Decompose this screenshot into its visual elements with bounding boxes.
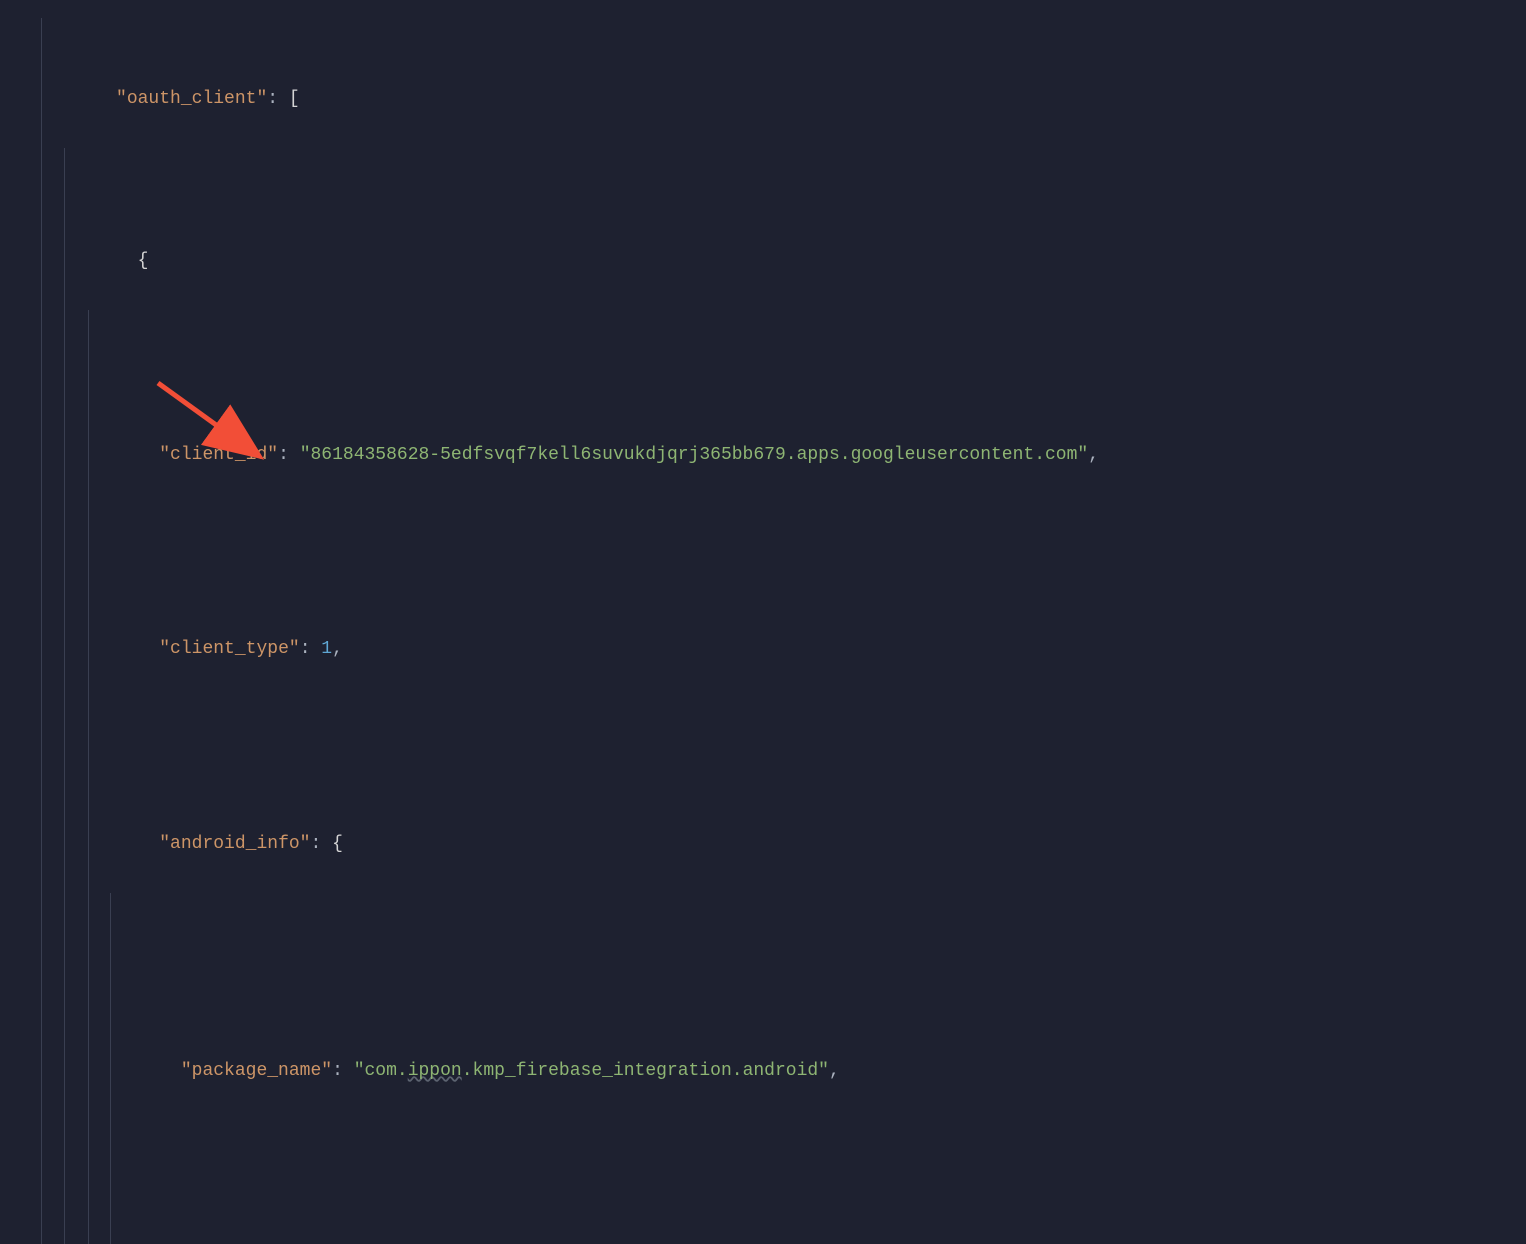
code-line: {	[8, 148, 1518, 310]
code-line: "client_id": "86184358628-5edfsvqf7kell6…	[8, 310, 1518, 504]
json-key: "oauth_client"	[116, 89, 267, 109]
code-line: "client_type": 1,	[8, 504, 1518, 698]
code-line: "certificate_hash": "a4bd3bf63b4ab9f6ce1…	[8, 1119, 1518, 1244]
json-key: "client_type"	[159, 639, 299, 659]
json-number: 1	[321, 639, 332, 659]
json-key: "package_name"	[181, 1061, 332, 1081]
code-editor-content[interactable]: "oauth_client": [ { "client_id": "861843…	[8, 18, 1518, 1244]
json-string: "86184358628-5edfsvqf7kell6suvukdjqrj365…	[300, 445, 1089, 465]
code-line: "android_info": {	[8, 698, 1518, 892]
json-key: "android_info"	[159, 834, 310, 854]
json-key: "client_id"	[159, 445, 278, 465]
json-string: "com.ippon.kmp_firebase_integration.andr…	[354, 1061, 829, 1081]
code-line: "package_name": "com.ippon.kmp_firebase_…	[8, 893, 1518, 1120]
code-line: "oauth_client": [	[8, 18, 1518, 148]
